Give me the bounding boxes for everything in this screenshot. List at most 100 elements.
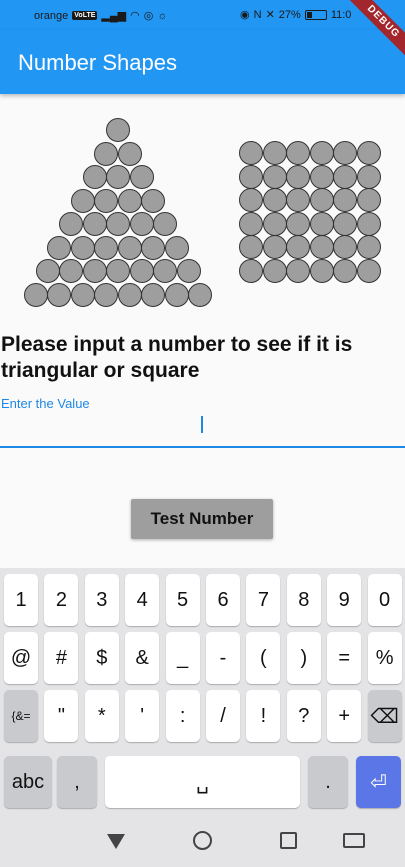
key-5[interactable]: 6 xyxy=(206,574,240,626)
key-symbol[interactable]: & xyxy=(125,632,160,684)
home-icon[interactable] xyxy=(193,831,212,850)
key-symbol[interactable]: * xyxy=(84,690,119,742)
triangle-ball xyxy=(117,235,142,260)
comma-key[interactable]: , xyxy=(57,756,97,808)
square-ball xyxy=(286,141,310,165)
battery-percent: 27% xyxy=(278,8,301,21)
space-key[interactable]: ␣ xyxy=(105,756,300,808)
triangle-ball xyxy=(164,282,189,307)
square-ball xyxy=(333,211,357,236)
triangle-ball xyxy=(23,282,48,307)
nfc-icon: N xyxy=(253,8,262,21)
square-ball xyxy=(262,188,287,212)
key-symbol[interactable]: ( xyxy=(246,632,281,684)
triangle-ball xyxy=(129,259,154,283)
input-underline xyxy=(0,446,405,448)
square-ball xyxy=(286,211,310,236)
recents-icon[interactable] xyxy=(280,832,297,849)
key-symbol[interactable]: : xyxy=(165,690,200,742)
square-ball xyxy=(239,211,263,236)
key-symbol[interactable]: + xyxy=(327,690,362,742)
key-symbol[interactable]: ! xyxy=(246,690,281,742)
square-ball xyxy=(333,141,357,165)
triangle-ball xyxy=(129,212,154,236)
key-symbol[interactable]: - xyxy=(206,632,240,684)
triangle-ball xyxy=(82,212,107,236)
square-ball xyxy=(286,235,310,259)
key-symbol[interactable]: ? xyxy=(286,690,321,742)
key-1[interactable]: 2 xyxy=(44,574,79,626)
key-symbol[interactable]: ' xyxy=(125,690,160,742)
backspace-key[interactable]: ⌫ xyxy=(367,690,402,742)
key-6[interactable]: 7 xyxy=(246,574,281,626)
square-ball xyxy=(309,258,334,283)
key-symbol[interactable]: {&= xyxy=(4,690,38,742)
triangle-ball xyxy=(47,282,72,307)
triangle-ball xyxy=(141,282,166,307)
instruction-text: Please input a number to see if it is tr… xyxy=(1,333,353,382)
back-icon[interactable] xyxy=(107,834,125,849)
key-symbol[interactable]: / xyxy=(206,690,240,742)
square-ball xyxy=(309,211,334,236)
enter-key[interactable]: ⏎ xyxy=(356,756,401,808)
square-ball xyxy=(333,164,357,189)
key-3[interactable]: 4 xyxy=(125,574,160,626)
on-screen-keyboard: 1 2 3 4 5 6 7 8 9 0 @ # $ & _ -() =% {&= " * ': /!? + ⌫ abc, ␣. ⏎ xyxy=(0,568,405,813)
key-symbol[interactable]: # xyxy=(44,632,79,684)
eye-icon: ◉ xyxy=(240,9,250,21)
triangle-ball xyxy=(47,235,72,260)
square-ball xyxy=(239,258,263,283)
key-8[interactable]: 9 xyxy=(327,574,362,626)
battery-icon xyxy=(304,9,327,20)
key-symbol[interactable]: = xyxy=(327,632,362,684)
key-symbol[interactable]: $ xyxy=(84,632,119,684)
triangle-ball xyxy=(164,235,189,260)
square-ball xyxy=(262,211,287,236)
key-4[interactable]: 5 xyxy=(165,574,200,626)
triangle-ball xyxy=(117,282,142,307)
square-ball xyxy=(333,188,357,212)
carrier-name: orange xyxy=(34,9,69,22)
square-ball xyxy=(286,188,310,212)
key-symbol[interactable]: _ xyxy=(165,632,200,684)
square-ball xyxy=(333,235,357,259)
triangle-ball xyxy=(188,282,213,307)
period-key[interactable]: . xyxy=(308,756,348,808)
square-ball xyxy=(356,141,381,165)
debug-banner-clip: DEBUG xyxy=(330,0,405,75)
key-symbol[interactable]: " xyxy=(44,690,79,742)
square-ball xyxy=(262,164,287,189)
brightness-icon: ☼ xyxy=(157,9,168,22)
key-symbol[interactable]: ) xyxy=(286,632,321,684)
square-ball xyxy=(309,235,334,259)
key-9[interactable]: 0 xyxy=(367,574,402,626)
triangle-ball xyxy=(106,259,130,283)
triangle-ball xyxy=(94,235,119,260)
page-title: Number Shapes xyxy=(18,50,177,75)
key-0[interactable]: 1 xyxy=(4,574,38,626)
triangle-ball xyxy=(141,235,166,260)
abc-key[interactable]: abc xyxy=(4,756,52,808)
triangle-ball xyxy=(82,165,107,189)
key-2[interactable]: 3 xyxy=(84,574,119,626)
square-ball xyxy=(262,235,287,259)
square-ball xyxy=(262,258,287,283)
triangle-ball xyxy=(94,188,119,213)
square-ball xyxy=(356,235,381,259)
triangle-ball xyxy=(117,141,142,166)
test-number-button[interactable]: Test Number xyxy=(131,499,273,539)
triangle-ball xyxy=(70,235,95,260)
key-symbol[interactable]: @ xyxy=(4,632,38,684)
square-ball xyxy=(239,188,263,212)
square-ball xyxy=(356,258,381,283)
triangle-ball xyxy=(106,165,130,189)
triangle-ball xyxy=(153,212,177,236)
key-7[interactable]: 8 xyxy=(286,574,321,626)
triangle-ball xyxy=(59,212,83,236)
triangle-ball xyxy=(70,282,95,307)
keyboard-hide-icon[interactable] xyxy=(343,833,365,848)
square-ball xyxy=(356,164,381,189)
key-symbol[interactable]: % xyxy=(367,632,402,684)
volte-badge: VoLTE xyxy=(72,11,98,20)
input-label: Enter the Value xyxy=(1,396,90,411)
